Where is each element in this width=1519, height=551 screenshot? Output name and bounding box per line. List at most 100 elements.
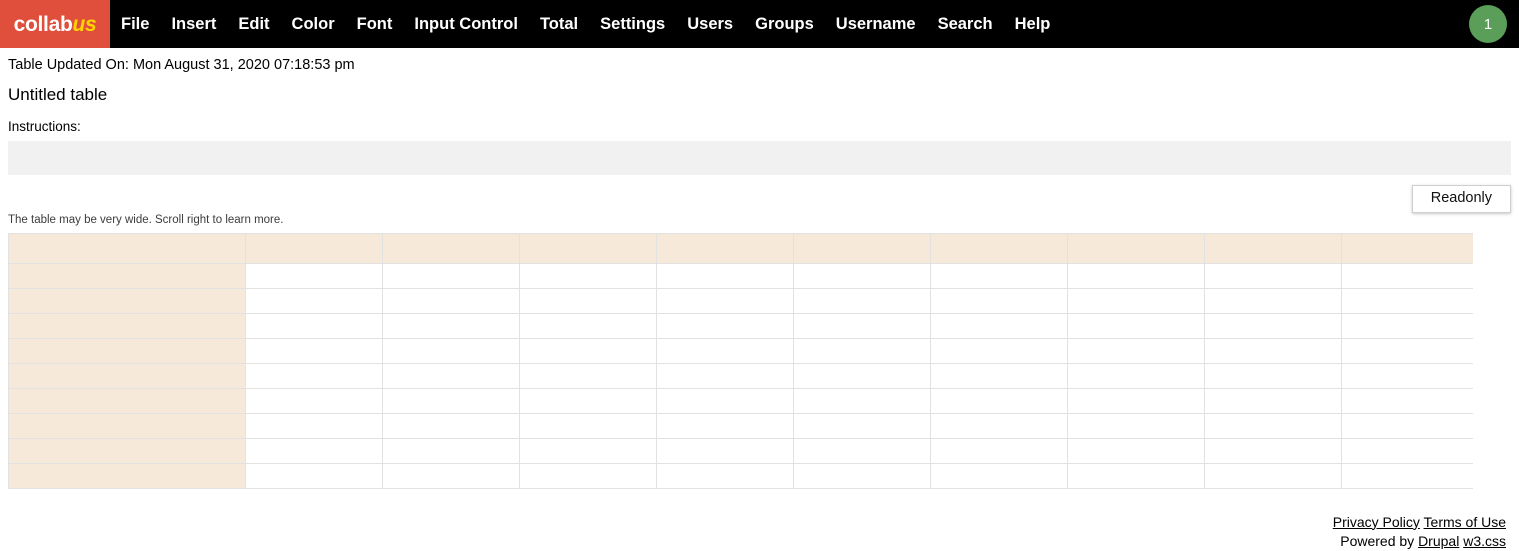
nav-item-search[interactable]: Search [927, 0, 1004, 48]
table-cell[interactable] [1068, 438, 1205, 463]
table-cell[interactable] [1205, 363, 1342, 388]
table-cell[interactable] [1342, 388, 1474, 413]
table-cell[interactable] [657, 413, 794, 438]
table-cell[interactable] [1342, 263, 1474, 288]
table-cell[interactable] [657, 263, 794, 288]
table-cell[interactable] [1205, 463, 1342, 488]
table-cell[interactable] [657, 438, 794, 463]
table-column-header[interactable] [657, 233, 794, 263]
table-column-header[interactable] [1342, 233, 1474, 263]
table-row-header[interactable] [9, 388, 246, 413]
table-cell[interactable] [1068, 313, 1205, 338]
table-cell[interactable] [1342, 288, 1474, 313]
table-cell[interactable] [1068, 388, 1205, 413]
table-cell[interactable] [794, 388, 931, 413]
table-cell[interactable] [520, 363, 657, 388]
readonly-toggle-button[interactable]: Readonly [1412, 185, 1511, 213]
brand-logo[interactable]: collabus [0, 0, 110, 48]
table-cell[interactable] [1205, 263, 1342, 288]
table-scroll-container[interactable] [8, 233, 1473, 489]
table-cell[interactable] [931, 338, 1068, 363]
table-cell[interactable] [383, 338, 520, 363]
table-cell[interactable] [1205, 338, 1342, 363]
table-cell[interactable] [657, 388, 794, 413]
table-cell[interactable] [520, 463, 657, 488]
table-row-header[interactable] [9, 313, 246, 338]
table-column-header[interactable] [1205, 233, 1342, 263]
table-row-header[interactable] [9, 338, 246, 363]
table-cell[interactable] [931, 288, 1068, 313]
nav-item-font[interactable]: Font [346, 0, 404, 48]
table-row-header[interactable] [9, 413, 246, 438]
table-column-header[interactable] [246, 233, 383, 263]
nav-item-total[interactable]: Total [529, 0, 589, 48]
instructions-input[interactable] [8, 141, 1511, 175]
table-cell[interactable] [1342, 438, 1474, 463]
terms-of-use-link[interactable]: Terms of Use [1424, 514, 1506, 530]
table-row-header[interactable] [9, 463, 246, 488]
table-cell[interactable] [794, 288, 931, 313]
table-cell[interactable] [1342, 463, 1474, 488]
table-cell[interactable] [383, 438, 520, 463]
table-cell[interactable] [1205, 438, 1342, 463]
table-cell[interactable] [1205, 313, 1342, 338]
nav-item-help[interactable]: Help [1004, 0, 1062, 48]
table-cell[interactable] [246, 338, 383, 363]
table-cell[interactable] [1205, 388, 1342, 413]
table-row-header[interactable] [9, 363, 246, 388]
table-cell[interactable] [931, 413, 1068, 438]
table-cell[interactable] [1205, 288, 1342, 313]
table-cell[interactable] [246, 438, 383, 463]
table-cell[interactable] [383, 463, 520, 488]
table-cell[interactable] [246, 388, 383, 413]
table-cell[interactable] [520, 338, 657, 363]
table-cell[interactable] [1068, 338, 1205, 363]
table-column-header[interactable] [931, 233, 1068, 263]
table-cell[interactable] [520, 388, 657, 413]
table-cell[interactable] [246, 363, 383, 388]
table-cell[interactable] [246, 288, 383, 313]
nav-item-insert[interactable]: Insert [160, 0, 227, 48]
table-cell[interactable] [246, 313, 383, 338]
table-row-header[interactable] [9, 288, 246, 313]
table-cell[interactable] [657, 463, 794, 488]
table-cell[interactable] [1342, 413, 1474, 438]
table-cell[interactable] [383, 313, 520, 338]
table-cell[interactable] [383, 288, 520, 313]
table-cell[interactable] [520, 263, 657, 288]
table-column-header[interactable] [383, 233, 520, 263]
table-cell[interactable] [1068, 463, 1205, 488]
table-column-header[interactable] [9, 233, 246, 263]
w3css-link[interactable]: w3.css [1463, 533, 1506, 549]
drupal-link[interactable]: Drupal [1418, 533, 1459, 549]
table-cell[interactable] [794, 438, 931, 463]
table-column-header[interactable] [794, 233, 931, 263]
table-cell[interactable] [794, 363, 931, 388]
table-cell[interactable] [657, 288, 794, 313]
nav-item-username[interactable]: Username [825, 0, 927, 48]
table-cell[interactable] [1342, 363, 1474, 388]
table-cell[interactable] [383, 363, 520, 388]
table-cell[interactable] [520, 313, 657, 338]
notification-count-badge[interactable]: 1 [1469, 5, 1507, 43]
table-row-header[interactable] [9, 438, 246, 463]
page-title[interactable]: Untitled table [8, 73, 1511, 103]
nav-item-edit[interactable]: Edit [227, 0, 280, 48]
table-cell[interactable] [1342, 313, 1474, 338]
table-cell[interactable] [794, 338, 931, 363]
table-cell[interactable] [931, 388, 1068, 413]
table-cell[interactable] [246, 263, 383, 288]
table-cell[interactable] [1068, 288, 1205, 313]
table-cell[interactable] [794, 313, 931, 338]
table-cell[interactable] [383, 388, 520, 413]
nav-item-input-control[interactable]: Input Control [403, 0, 529, 48]
table-cell[interactable] [383, 263, 520, 288]
privacy-policy-link[interactable]: Privacy Policy [1333, 514, 1420, 530]
nav-item-settings[interactable]: Settings [589, 0, 676, 48]
table-cell[interactable] [1205, 413, 1342, 438]
table-cell[interactable] [931, 463, 1068, 488]
table-cell[interactable] [520, 413, 657, 438]
table-column-header[interactable] [1068, 233, 1205, 263]
table-row-header[interactable] [9, 263, 246, 288]
table-cell[interactable] [246, 463, 383, 488]
